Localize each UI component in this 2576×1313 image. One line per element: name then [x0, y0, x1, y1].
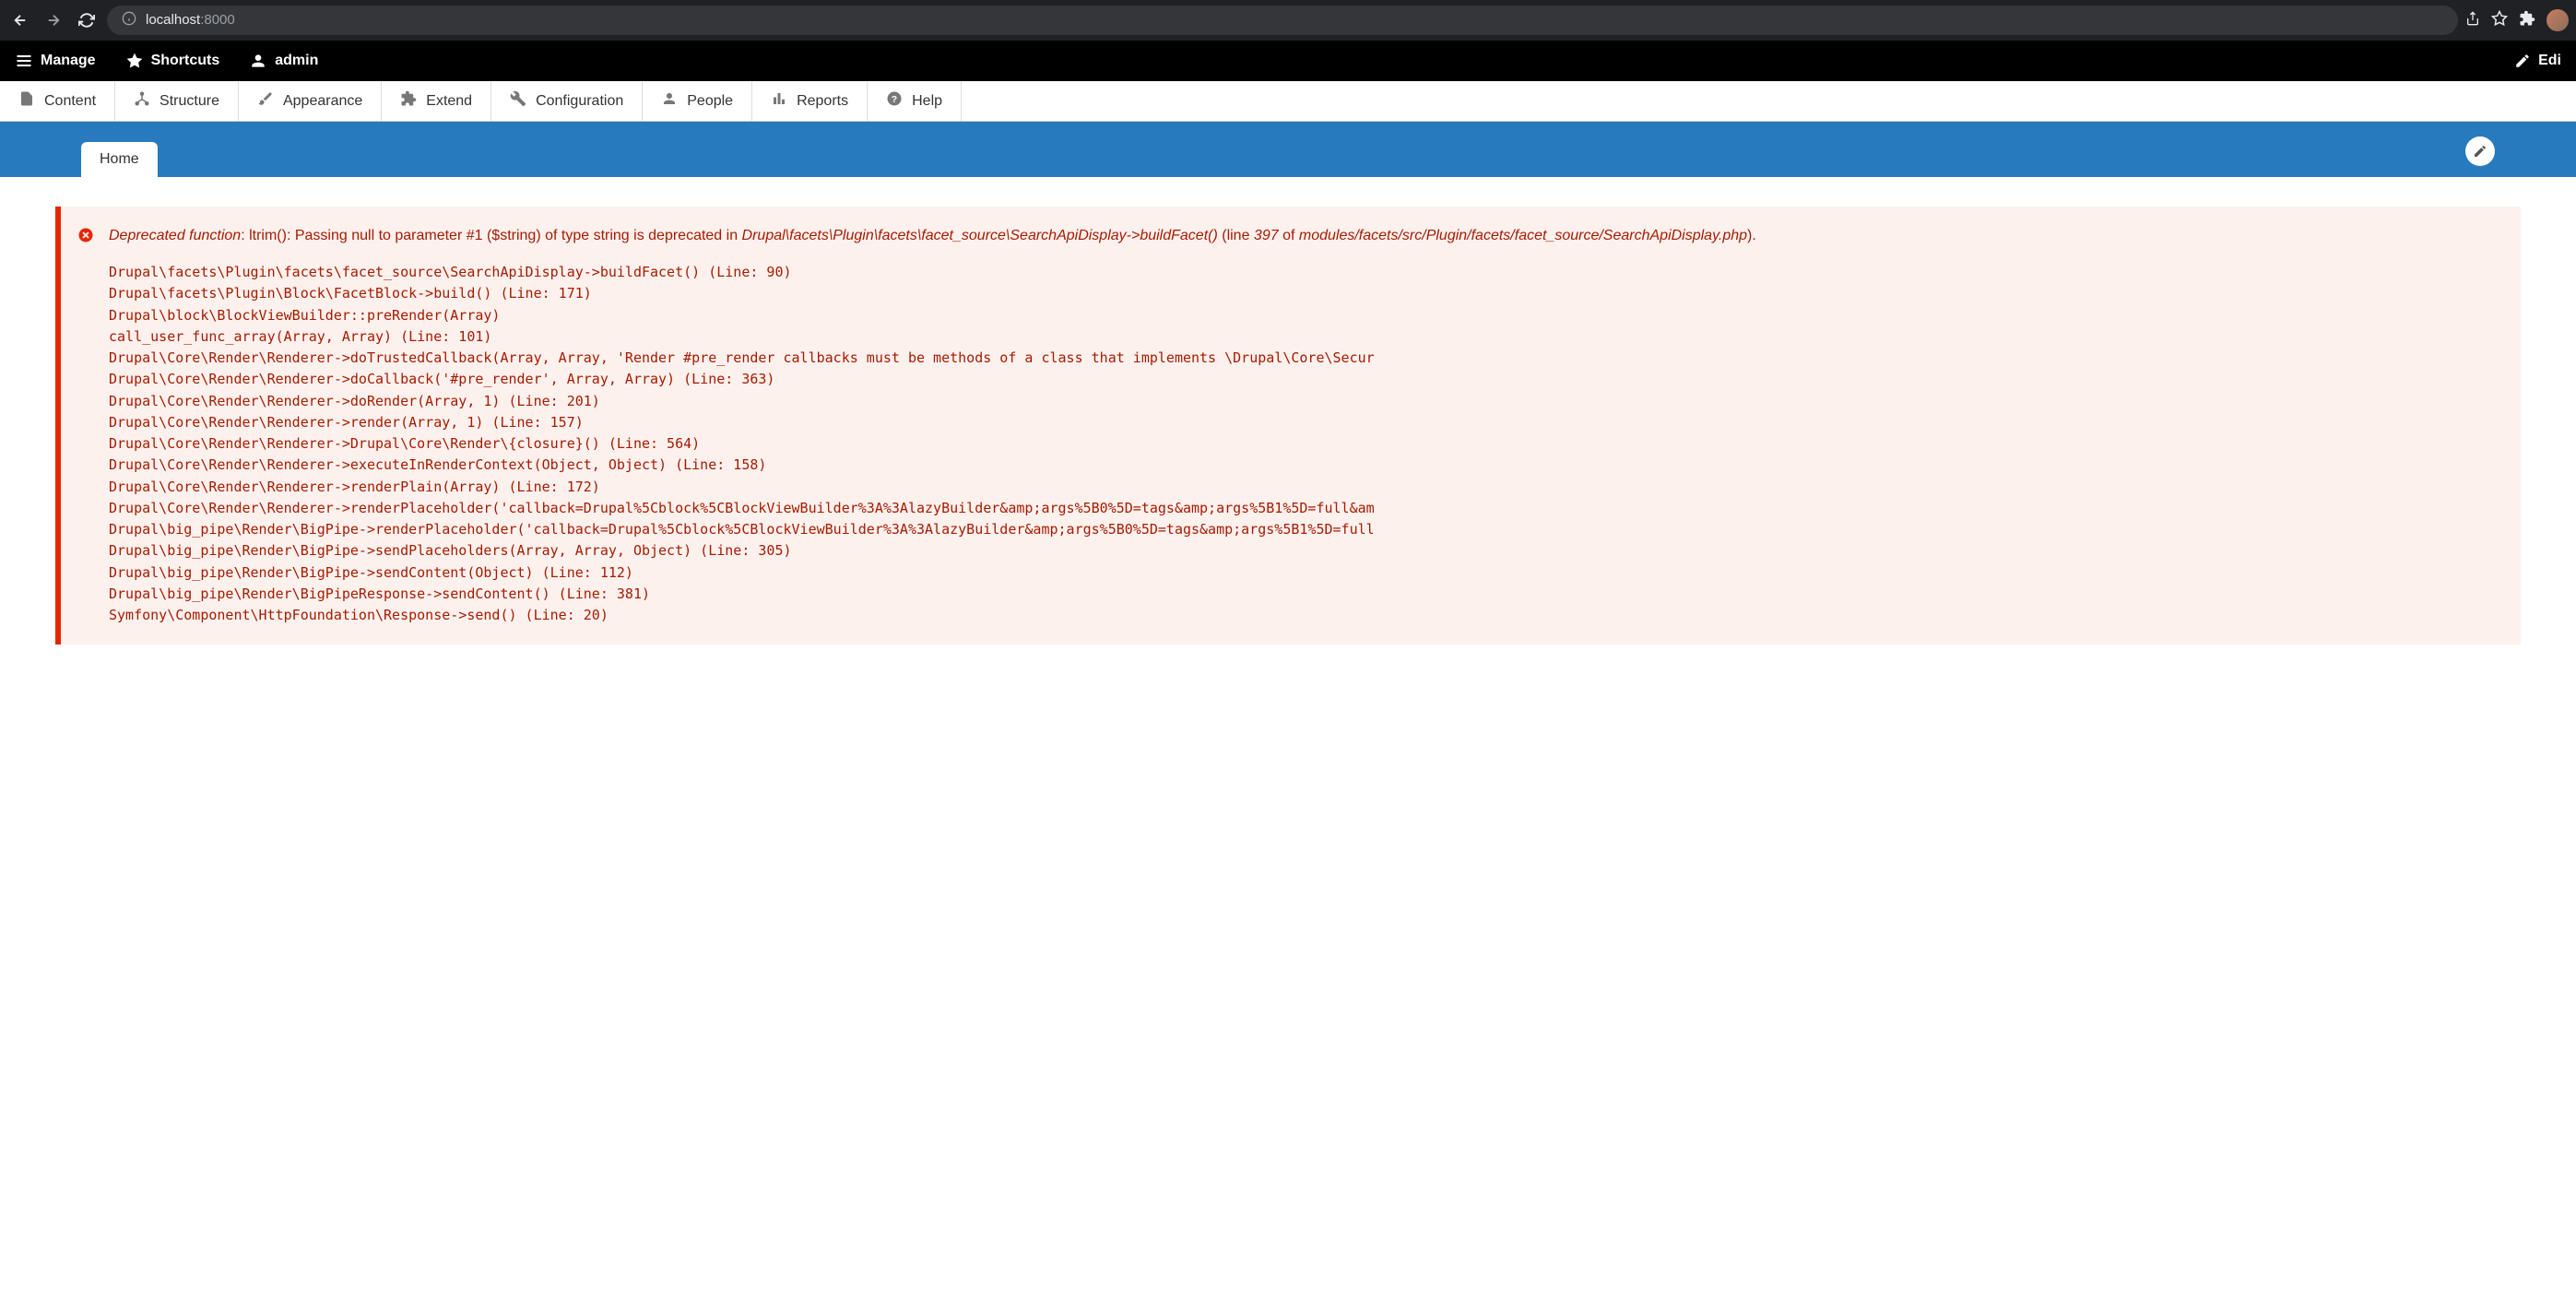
sitemap-icon	[134, 90, 150, 112]
drupal-admin-toolbar: Manage Shortcuts admin Edi	[0, 41, 2576, 81]
url-host: localhost	[146, 12, 200, 28]
error-msg2: (line	[1218, 228, 1254, 243]
tab-bar: Home	[0, 122, 2576, 177]
admin-menu-people-label: People	[687, 93, 733, 110]
error-class: Drupal\facets\Plugin\facets\facet_source…	[742, 228, 1218, 243]
browser-chrome: localhost:8000	[0, 0, 2576, 41]
hamburger-icon	[15, 52, 33, 70]
forward-button[interactable]	[41, 7, 66, 33]
page-content: Deprecated function: ltrim(): Passing nu…	[0, 177, 2576, 674]
file-icon	[18, 90, 35, 112]
extensions-icon[interactable]	[2519, 10, 2535, 31]
toolbar-manage[interactable]: Manage	[0, 41, 111, 81]
admin-menu-content-label: Content	[44, 93, 96, 110]
admin-menu-extend-label: Extend	[426, 93, 472, 110]
paint-icon	[257, 90, 274, 112]
toolbar-edit-label: Edi	[2538, 53, 2561, 69]
error-message: Deprecated function: ltrim(): Passing nu…	[55, 207, 2521, 645]
profile-avatar[interactable]	[2546, 9, 2569, 31]
admin-menu-people[interactable]: People	[643, 81, 752, 121]
pencil-icon	[2473, 144, 2487, 159]
tabs: Home	[81, 142, 158, 177]
toolbar-shortcuts-label: Shortcuts	[151, 53, 220, 69]
admin-menu-structure[interactable]: Structure	[115, 81, 239, 121]
admin-menu-extend[interactable]: Extend	[382, 81, 491, 121]
pencil-icon	[2514, 53, 2531, 69]
chart-icon	[771, 90, 787, 112]
wrench-icon	[510, 90, 526, 112]
star-icon	[125, 52, 144, 70]
toolbar-admin-label: admin	[275, 53, 318, 69]
edit-fab[interactable]	[2465, 136, 2495, 166]
error-line: 397	[1254, 228, 1279, 243]
url-port: :8000	[200, 12, 235, 28]
error-msg1: : ltrim(): Passing null to parameter #1 …	[241, 228, 741, 243]
toolbar-admin[interactable]: admin	[234, 41, 333, 81]
admin-menu-structure-label: Structure	[160, 93, 219, 110]
toolbar-edit[interactable]: Edi	[2499, 41, 2576, 81]
error-content: Deprecated function: ltrim(): Passing nu…	[109, 225, 2495, 626]
admin-menu-appearance-label: Appearance	[283, 93, 362, 110]
puzzle-icon	[400, 90, 417, 112]
help-icon: ?	[886, 90, 903, 112]
chrome-right-controls	[2465, 9, 2569, 31]
stack-trace: Drupal\facets\Plugin\facets\facet_source…	[109, 262, 2495, 626]
url-text: localhost:8000	[146, 12, 235, 29]
admin-menu-configuration[interactable]: Configuration	[491, 81, 643, 121]
toolbar-shortcuts[interactable]: Shortcuts	[111, 41, 235, 81]
toolbar-manage-label: Manage	[41, 53, 96, 69]
error-heading: Deprecated function: ltrim(): Passing nu…	[109, 225, 2495, 247]
admin-menu-configuration-label: Configuration	[536, 93, 623, 110]
error-msg3: of	[1279, 228, 1299, 243]
svg-text:?: ?	[892, 94, 897, 105]
admin-menu-content[interactable]: Content	[0, 81, 115, 121]
address-bar[interactable]: localhost:8000	[107, 6, 2458, 35]
admin-menu-reports-label: Reports	[797, 93, 848, 110]
people-icon	[661, 90, 678, 112]
error-label: Deprecated function	[109, 228, 241, 243]
admin-menu-appearance[interactable]: Appearance	[239, 81, 382, 121]
tab-home-label: Home	[100, 151, 139, 167]
error-msg4: ).	[1747, 228, 1756, 243]
admin-menu-help[interactable]: ? Help	[868, 81, 962, 121]
admin-menu: Content Structure Appearance Extend Conf…	[0, 81, 2576, 122]
tab-home[interactable]: Home	[81, 142, 158, 177]
share-icon[interactable]	[2465, 11, 2480, 30]
info-icon	[122, 11, 136, 30]
reload-button[interactable]	[74, 7, 100, 33]
user-icon	[249, 52, 267, 70]
admin-menu-reports[interactable]: Reports	[752, 81, 868, 121]
bookmark-icon[interactable]	[2491, 10, 2508, 31]
error-file: modules/facets/src/Plugin/facets/facet_s…	[1299, 228, 1747, 243]
back-button[interactable]	[7, 7, 33, 33]
error-icon	[77, 227, 94, 248]
admin-menu-help-label: Help	[912, 93, 942, 110]
